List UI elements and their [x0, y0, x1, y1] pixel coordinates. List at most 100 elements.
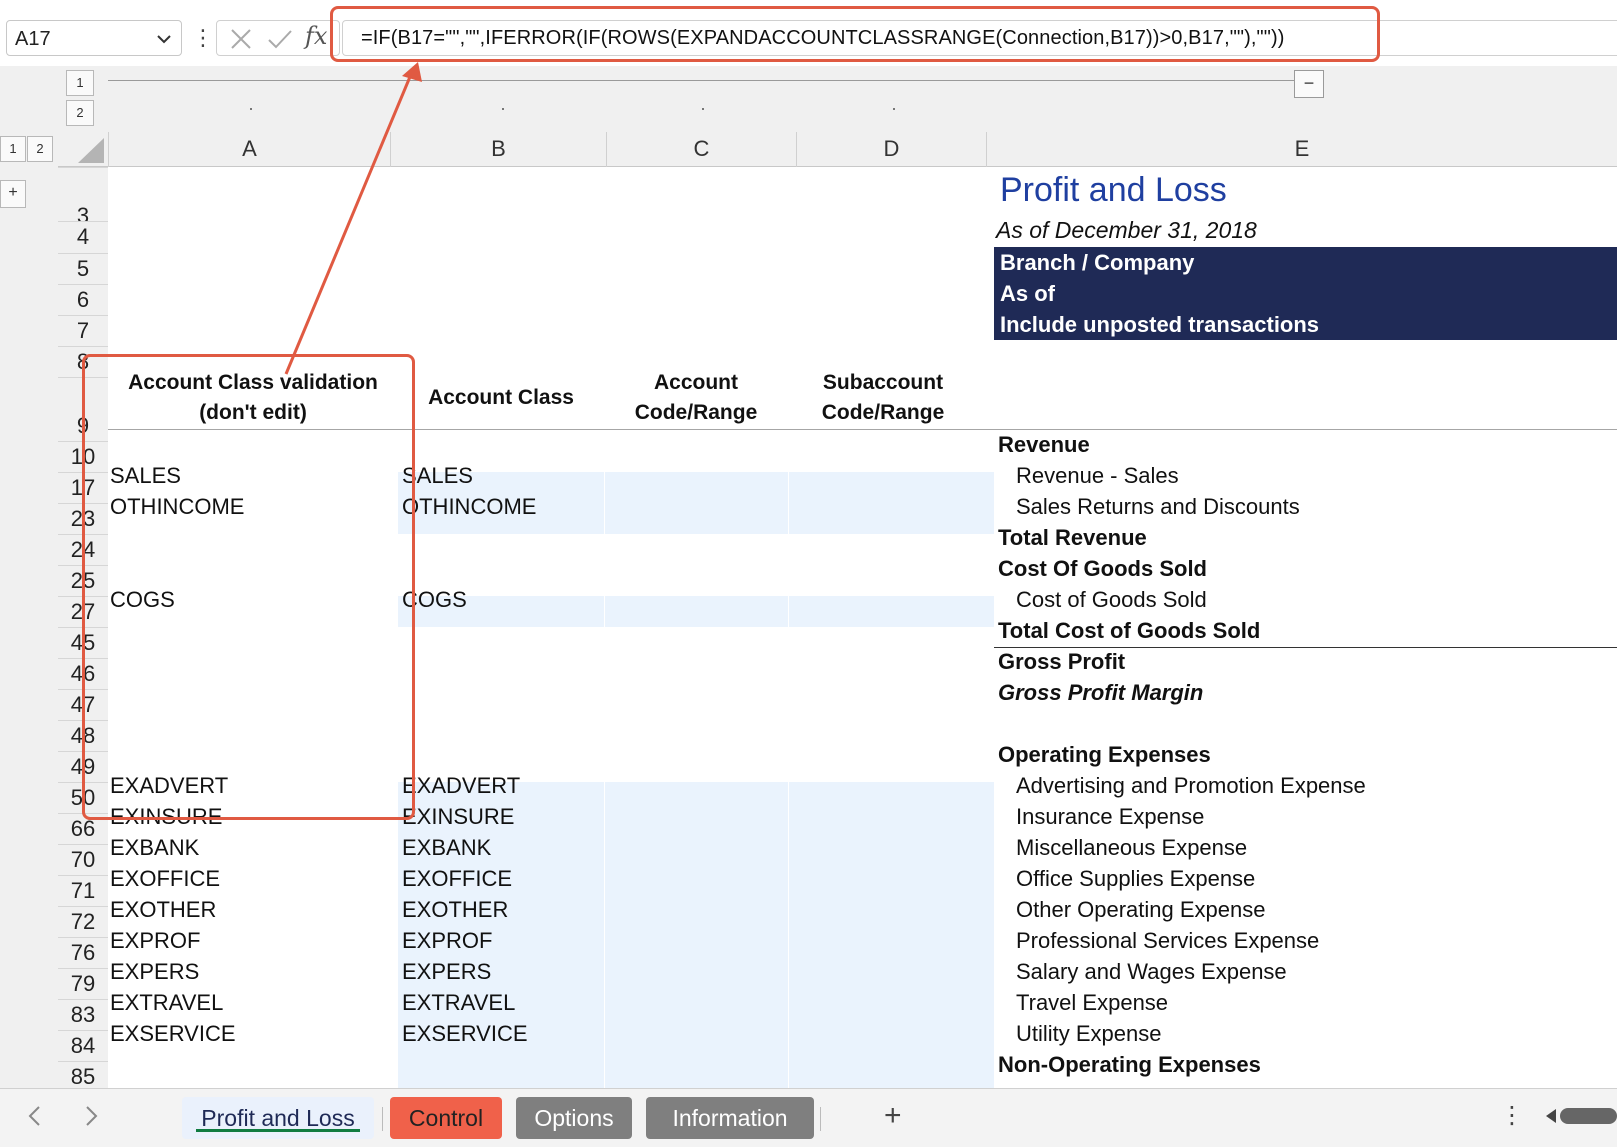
column-outline-level-2[interactable]: 2 [66, 100, 94, 126]
tab-options[interactable]: Options [516, 1097, 632, 1139]
row-outline-level-2[interactable]: 2 [27, 136, 53, 162]
column-header-a[interactable]: A [108, 132, 390, 167]
row-header[interactable]: 6 [58, 284, 108, 315]
cell-e84[interactable]: Utility Expense [1016, 1021, 1162, 1047]
row-header[interactable]: 84 [58, 1030, 108, 1061]
add-sheet-button[interactable]: + [884, 1099, 902, 1133]
header-account: Account [654, 371, 738, 394]
column-outline-level-1[interactable]: 1 [66, 70, 94, 96]
column-header-b[interactable]: B [390, 132, 606, 167]
tab-separator [820, 1107, 821, 1131]
param-as-of[interactable]: As of [994, 278, 1617, 309]
outline-dot [702, 108, 704, 110]
tab-information[interactable]: Information [646, 1097, 814, 1139]
cell-e70[interactable]: Miscellaneous Expense [1016, 835, 1247, 861]
row-header[interactable]: 85 [58, 1061, 108, 1089]
cell-b71[interactable]: EXOFFICE [402, 866, 512, 892]
outline-dot [502, 108, 504, 110]
next-sheet-icon[interactable] [76, 1097, 106, 1135]
cell-a79[interactable]: EXPERS [110, 959, 199, 985]
tab-control[interactable]: Control [390, 1097, 502, 1139]
cell-e72[interactable]: Other Operating Expense [1016, 897, 1265, 923]
chevron-down-icon[interactable] [155, 30, 173, 48]
sheet-tab-bar: Profit and Loss Control Options Informat… [0, 1088, 1617, 1147]
cell-b70[interactable]: EXBANK [402, 835, 491, 861]
column-group-collapse-button[interactable]: − [1294, 70, 1324, 98]
row-header[interactable]: 4 [58, 221, 108, 253]
cell-e66[interactable]: Insurance Expense [1016, 804, 1204, 830]
column-header-c[interactable]: C [606, 132, 796, 167]
cell-e49[interactable]: Operating Expenses [998, 742, 1211, 768]
row-header[interactable]: 7 [58, 315, 108, 346]
input-cells-cogs[interactable] [398, 596, 994, 627]
cell-e25[interactable]: Cost Of Goods Sold [998, 556, 1207, 582]
column-header-e[interactable]: E [986, 132, 1617, 167]
cell-divider [788, 472, 789, 1088]
column-header-d[interactable]: D [796, 132, 986, 167]
cell-a71[interactable]: EXOFFICE [110, 866, 220, 892]
param-include-unposted[interactable]: Include unposted transactions [994, 309, 1617, 340]
header-subaccount: Subaccount [822, 371, 944, 394]
select-all-icon[interactable] [58, 132, 108, 167]
row-header[interactable]: 5 [58, 253, 108, 284]
tab-separator [382, 1107, 383, 1131]
cell-a84[interactable]: EXSERVICE [110, 1021, 236, 1047]
tab-profit-and-loss[interactable]: Profit and Loss [182, 1097, 374, 1139]
cell-e50[interactable]: Advertising and Promotion Expense [1016, 773, 1366, 799]
column-group-line [108, 80, 1294, 81]
cell-b84[interactable]: EXSERVICE [402, 1021, 528, 1047]
row-header[interactable]: 83 [58, 999, 108, 1030]
header-subaccount-code-range: Code/Range [821, 401, 945, 424]
row-header[interactable]: 71 [58, 875, 108, 906]
cell-e71[interactable]: Office Supplies Expense [1016, 866, 1255, 892]
cell-e17[interactable]: Revenue - Sales [1016, 463, 1179, 489]
cell-e27[interactable]: Cost of Goods Sold [1016, 587, 1207, 613]
cell-e23[interactable]: Sales Returns and Discounts [1016, 494, 1300, 520]
more-options-icon[interactable]: ⋮ [192, 22, 214, 54]
cell-b76[interactable]: EXPROF [402, 928, 492, 954]
active-tab-underline [196, 1129, 360, 1132]
cell-e83[interactable]: Travel Expense [1016, 990, 1168, 1016]
cell-a76[interactable]: EXPROF [110, 928, 200, 954]
cell-e46[interactable]: Gross Profit [998, 649, 1125, 675]
cell-a70[interactable]: EXBANK [110, 835, 199, 861]
enter-check-icon[interactable] [267, 27, 293, 51]
row-group-expand-button[interactable]: + [0, 180, 26, 208]
cell-a72[interactable]: EXOTHER [110, 897, 216, 923]
total-border [994, 647, 1617, 648]
cell-e47[interactable]: Gross Profit Margin [998, 680, 1203, 706]
cell-b50[interactable]: EXADVERT [402, 773, 520, 799]
cell-e79[interactable]: Salary and Wages Expense [1016, 959, 1287, 985]
row-header[interactable]: 76 [58, 937, 108, 968]
insert-function-icon[interactable]: fx [305, 22, 327, 50]
cell-e85[interactable]: Non-Operating Expenses [998, 1052, 1261, 1078]
horizontal-scrollbar-thumb[interactable] [1560, 1108, 1617, 1124]
cell-b83[interactable]: EXTRAVEL [402, 990, 515, 1016]
outline-dot [250, 108, 252, 110]
cell-b66[interactable]: EXINSURE [402, 804, 514, 830]
param-branch-company[interactable]: Branch / Company [994, 247, 1617, 278]
cell-b79[interactable]: EXPERS [402, 959, 491, 985]
cell-divider [604, 472, 605, 1088]
row-outline-level-1[interactable]: 1 [0, 136, 26, 162]
name-box[interactable]: A17 [6, 20, 182, 56]
cell-e10[interactable]: Revenue [998, 432, 1090, 458]
more-options-icon[interactable]: ⋮ [1500, 1101, 1524, 1130]
cell-e45[interactable]: Total Cost of Goods Sold [998, 618, 1260, 644]
cancel-icon[interactable] [229, 27, 253, 51]
cell-a83[interactable]: EXTRAVEL [110, 990, 223, 1016]
cell-e76[interactable]: Professional Services Expense [1016, 928, 1319, 954]
report-as-of: As of December 31, 2018 [996, 217, 1257, 243]
cell-b72[interactable]: EXOTHER [402, 897, 508, 923]
formula-tools: fx [216, 20, 340, 56]
header-account-code-range: Code/Range [634, 401, 758, 424]
column-outline-area [0, 66, 1617, 132]
row-header[interactable]: 70 [58, 844, 108, 875]
cell-b23[interactable]: OTHINCOME [402, 494, 536, 520]
report-title: Profit and Loss [1000, 171, 1227, 209]
previous-sheet-icon[interactable] [20, 1097, 50, 1135]
row-header[interactable]: 72 [58, 906, 108, 937]
scroll-left-icon[interactable] [1544, 1107, 1558, 1125]
cell-e24[interactable]: Total Revenue [998, 525, 1147, 551]
row-header[interactable]: 79 [58, 968, 108, 999]
